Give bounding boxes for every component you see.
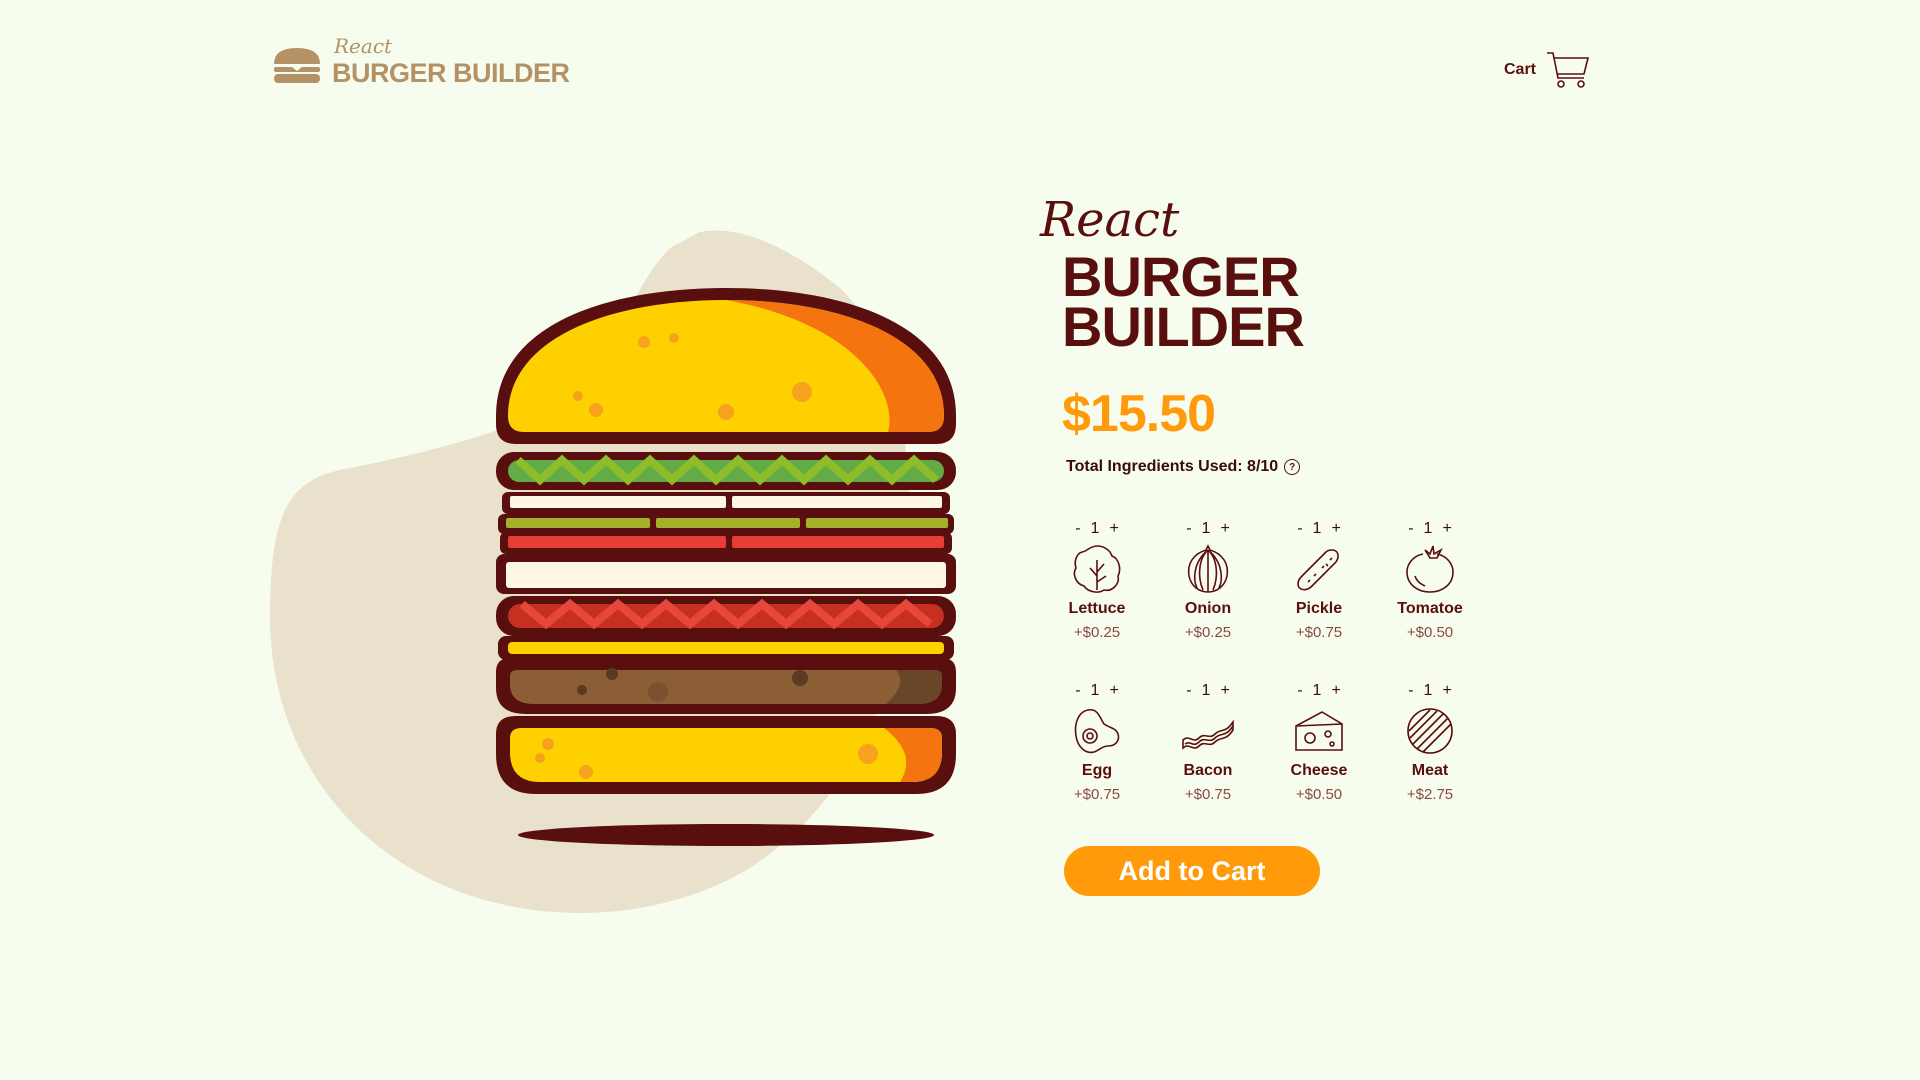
ingredients-total: Total Ingredients Used: 8/10 ?: [1066, 458, 1301, 476]
onion-layer: [502, 492, 950, 514]
logo-script: React: [334, 34, 393, 58]
quantity-value: 1: [1090, 520, 1100, 537]
ingredient-name: Egg: [1081, 762, 1113, 779]
cart-button[interactable]: Cart: [1504, 50, 1590, 90]
ingredient-price: +$0.50: [1295, 786, 1343, 803]
quantity-value: 1: [1312, 520, 1322, 537]
quantity-stepper: - 1 +: [1052, 518, 1142, 540]
burger-logo-icon: [274, 48, 320, 83]
ingredient-card-onion: - 1 + Onion +$0.25: [1163, 518, 1253, 641]
ingredient-price: +$0.75: [1295, 624, 1343, 641]
logo-text: BURGER BUILDER: [332, 58, 570, 88]
hero-script: React: [1040, 192, 1180, 248]
patty-layer: [496, 658, 956, 714]
decrement-button[interactable]: -: [1184, 520, 1193, 538]
ingredient-name: Pickle: [1295, 600, 1343, 617]
increment-button[interactable]: +: [1218, 520, 1231, 538]
decrement-button[interactable]: -: [1406, 682, 1415, 700]
quantity-stepper: - 1 +: [1385, 680, 1475, 702]
ingredient-price: +$0.25: [1184, 624, 1232, 641]
increment-button[interactable]: +: [1329, 520, 1342, 538]
egg-icon: [1074, 708, 1120, 754]
ingredient-price: +$2.75: [1406, 786, 1454, 803]
tomato-icon: [1406, 545, 1454, 593]
add-to-cart-button[interactable]: Add to Cart: [1064, 846, 1320, 896]
quantity-value: 1: [1423, 520, 1433, 537]
increment-button[interactable]: +: [1107, 682, 1120, 700]
ingredient-name: Bacon: [1183, 762, 1233, 779]
top-bun: [496, 288, 956, 444]
quantity-value: 1: [1201, 682, 1211, 699]
ingredient-name: Lettuce: [1068, 600, 1126, 617]
increment-button[interactable]: +: [1329, 682, 1342, 700]
ingredient-price: +$0.75: [1073, 786, 1121, 803]
ingredient-price: +$0.25: [1073, 624, 1121, 641]
ingredient-name: Cheese: [1290, 762, 1348, 779]
bottom-bun: [496, 716, 956, 794]
ingredient-card-pickle: - 1 + Pickle +$0.75: [1274, 518, 1364, 641]
ingredient-name: Tomatoe: [1397, 600, 1463, 617]
quantity-stepper: - 1 +: [1274, 680, 1364, 702]
ingredient-card-egg: - 1 + Egg +$0.75: [1052, 680, 1142, 803]
quantity-value: 1: [1201, 520, 1211, 537]
help-icon[interactable]: ?: [1284, 459, 1301, 475]
title-line-2: BUILDER: [1062, 295, 1305, 358]
ingredients-total-label: Total Ingredients Used: 8/10: [1066, 458, 1279, 475]
quantity-stepper: - 1 +: [1163, 518, 1253, 540]
page-title: BURGER BUILDER: [1062, 249, 1305, 358]
decrement-button[interactable]: -: [1406, 520, 1415, 538]
burger-shadow: [518, 824, 934, 846]
ingredient-card-bacon: - 1 + Bacon +$0.75: [1163, 680, 1253, 803]
meat-icon: [1407, 708, 1453, 754]
ingredient-price: +$0.75: [1184, 786, 1232, 803]
shopping-cart-icon: [1547, 52, 1590, 88]
ingredient-name: Onion: [1184, 600, 1232, 617]
onion-icon: [1187, 544, 1229, 593]
decrement-button[interactable]: -: [1073, 520, 1082, 538]
bacon-icon: [1182, 719, 1234, 750]
tomato-layer: [500, 532, 952, 554]
cheese-layer: [498, 636, 954, 660]
lettuce-layer: [496, 452, 956, 490]
quantity-stepper: - 1 +: [1385, 518, 1475, 540]
pickle-icon: [1297, 549, 1339, 591]
ingredient-price: +$0.50: [1406, 624, 1454, 641]
decrement-button[interactable]: -: [1073, 682, 1082, 700]
quantity-value: 1: [1090, 682, 1100, 699]
decrement-button[interactable]: -: [1295, 682, 1304, 700]
pickle-layer: [498, 514, 954, 534]
increment-button[interactable]: +: [1107, 520, 1120, 538]
quantity-value: 1: [1423, 682, 1433, 699]
ingredient-card-tomato: - 1 + Tomatoe +$0.50: [1385, 518, 1475, 641]
burger-illustration: [496, 288, 956, 846]
quantity-stepper: - 1 +: [1052, 680, 1142, 702]
quantity-stepper: - 1 +: [1163, 680, 1253, 702]
increment-button[interactable]: +: [1218, 682, 1231, 700]
lettuce-icon: [1073, 545, 1121, 593]
egg-layer: [496, 554, 956, 594]
increment-button[interactable]: +: [1440, 520, 1453, 538]
decrement-button[interactable]: -: [1295, 520, 1304, 538]
cart-label: Cart: [1504, 61, 1537, 78]
quantity-value: 1: [1312, 682, 1322, 699]
ingredient-card-cheese: - 1 + Cheese +$0.50: [1274, 680, 1364, 803]
ingredient-card-lettuce: - 1 + Lettuce +$0.25: [1052, 518, 1142, 641]
ingredient-card-meat: - 1 + Meat +$2.75: [1385, 680, 1475, 803]
ingredient-grid: - 1 + Lettuce +$0.25 - 1 + Onion +$0.25 …: [1052, 518, 1512, 818]
total-price: $15.50: [1062, 385, 1216, 443]
ingredient-name: Meat: [1411, 762, 1449, 779]
increment-button[interactable]: +: [1440, 682, 1453, 700]
bacon-layer: [496, 596, 956, 636]
quantity-stepper: - 1 +: [1274, 518, 1364, 540]
cheese-icon: [1295, 711, 1343, 751]
decrement-button[interactable]: -: [1184, 682, 1193, 700]
